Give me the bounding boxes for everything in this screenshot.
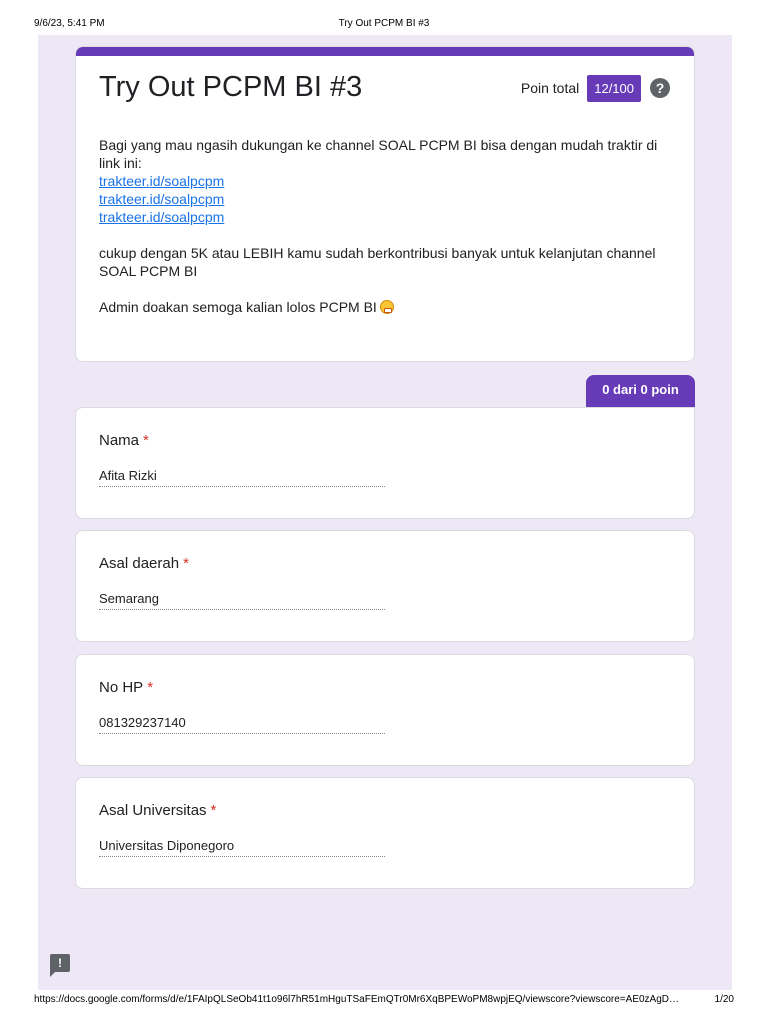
answer-field-nama: Afita Rizki — [99, 468, 385, 487]
question-label: No HP — [99, 679, 144, 696]
trakteer-link-1[interactable]: trakteer.id/soalpcpm — [99, 172, 674, 190]
answer-field-no-hp: 081329237140 — [99, 715, 385, 734]
grimacing-face-emoji-icon — [379, 300, 394, 314]
question-title: No HP * — [99, 679, 153, 696]
form-title: Try Out PCPM BI #3 — [99, 71, 363, 103]
description-contribution: cukup dengan 5K atau LEBIH kamu sudah be… — [99, 245, 656, 279]
question-label: Asal daerah — [99, 555, 180, 572]
trakteer-link-2[interactable]: trakteer.id/soalpcpm — [99, 190, 674, 208]
required-asterisk: * — [210, 802, 217, 819]
print-page-number: 1/20 — [714, 994, 734, 1005]
question-card-no-hp: No HP * 081329237140 — [75, 654, 695, 766]
question-card-nama: Nama * Afita Rizki — [75, 407, 695, 519]
print-title: Try Out PCPM BI #3 — [338, 18, 430, 29]
question-title: Nama * — [99, 432, 149, 449]
form-canvas: Try Out PCPM BI #3 Poin total 12/100 ? B… — [38, 35, 732, 990]
section-points-badge: 0 dari 0 poin — [586, 375, 695, 408]
answer-field-asal-daerah: Semarang — [99, 591, 385, 610]
description-intro: Bagi yang mau ngasih dukungan ke channel… — [99, 137, 658, 171]
help-icon[interactable]: ? — [650, 78, 670, 98]
question-label: Asal Universitas — [99, 802, 207, 819]
score-badge: 12/100 — [587, 74, 641, 102]
score-label: Poin total — [520, 80, 580, 96]
print-url: https://docs.google.com/forms/d/e/1FAIpQ… — [34, 994, 680, 1005]
answer-field-asal-universitas: Universitas Diponegoro — [99, 838, 385, 857]
form-description: Bagi yang mau ngasih dukungan ke channel… — [99, 136, 674, 316]
required-asterisk: * — [147, 679, 154, 696]
question-card-asal-daerah: Asal daerah * Semarang — [75, 530, 695, 642]
question-card-asal-universitas: Asal Universitas * Universitas Diponegoro — [75, 777, 695, 889]
description-closing-line: Admin doakan semoga kalian lolos PCPM BI — [99, 298, 674, 316]
form-header-card: Try Out PCPM BI #3 Poin total 12/100 ? B… — [75, 46, 695, 362]
accent-bar — [76, 47, 694, 56]
required-asterisk: * — [183, 555, 189, 572]
question-title: Asal daerah * — [99, 555, 189, 572]
print-header: 9/6/23, 5:41 PM Try Out PCPM BI #3 — [0, 0, 768, 36]
required-asterisk: * — [143, 432, 149, 449]
score-area: Poin total 12/100 ? — [521, 74, 670, 102]
question-label: Nama — [99, 432, 140, 449]
feedback-icon[interactable]: ! — [50, 954, 70, 977]
trakteer-link-3[interactable]: trakteer.id/soalpcpm — [99, 208, 674, 226]
question-title: Asal Universitas * — [99, 802, 216, 819]
description-closing: Admin doakan semoga kalian lolos PCPM BI — [99, 299, 377, 315]
